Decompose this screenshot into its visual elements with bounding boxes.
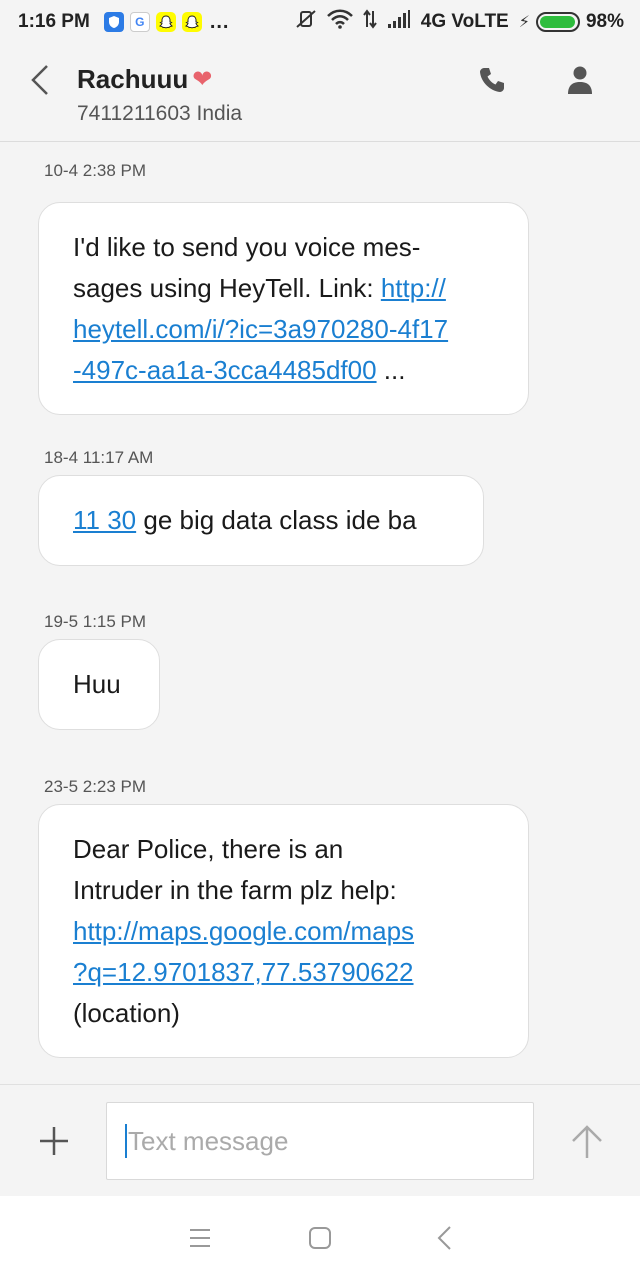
- back-nav-button[interactable]: [426, 1220, 462, 1256]
- battery-indicator: ⚡ 98%: [519, 11, 624, 33]
- message-text: sages using HeyTell. Link:: [73, 273, 381, 303]
- snapchat-icon: [155, 12, 176, 32]
- message-thread[interactable]: 10-4 2:38 PM I'd like to send you voice …: [0, 143, 640, 1083]
- status-bar: 1:16 PM G ... 4G VoLTE ⚡ 98%: [0, 0, 640, 44]
- back-arrow-icon: [437, 1226, 451, 1250]
- attach-button[interactable]: [34, 1121, 74, 1161]
- menu-button[interactable]: [182, 1220, 218, 1256]
- text-cursor: [125, 1124, 127, 1158]
- arrow-up-icon: [572, 1125, 602, 1158]
- contact-name-row[interactable]: Rachuuu ❤: [77, 64, 212, 95]
- message-input-placeholder: Text message: [128, 1125, 289, 1156]
- message-link[interactable]: heytell.com/i/?ic=3a970280-4f17: [73, 314, 448, 344]
- message-line: 11 30 ge big data class ide ba: [73, 500, 449, 541]
- message-timestamp: 18-4 11:17 AM: [44, 448, 154, 467]
- home-button[interactable]: [302, 1220, 338, 1256]
- contact-number: 7411211603 India: [77, 102, 243, 125]
- message-line: http://maps.google.com/maps: [73, 911, 494, 952]
- message-text: ge big data class ide ba: [136, 505, 417, 535]
- message-link[interactable]: -497c-aa1a-3cca4485df00: [73, 355, 377, 385]
- message-line: sages using HeyTell. Link: http://: [73, 268, 494, 309]
- compose-bar: Text message: [0, 1084, 640, 1196]
- charging-icon: ⚡: [518, 14, 530, 31]
- message-link[interactable]: 11 30: [73, 505, 136, 535]
- message-bubble[interactable]: Dear Police, there is an Intruder in the …: [38, 804, 529, 1058]
- call-button[interactable]: [474, 62, 510, 98]
- message-timestamp: 23-5 2:23 PM: [44, 777, 147, 796]
- back-button[interactable]: [22, 62, 58, 98]
- send-button[interactable]: [566, 1121, 608, 1163]
- message-link[interactable]: ?q=12.9701837,77.53790622: [73, 957, 414, 987]
- chevron-left-icon: [31, 65, 48, 95]
- message-line: ?q=12.9701837,77.53790622: [73, 952, 494, 993]
- message-text: I'd like to send you voice mes-: [73, 232, 421, 262]
- message-line: Intruder in the farm plz help:: [73, 870, 494, 911]
- message-line: (location): [73, 993, 494, 1034]
- message-text: Huu: [73, 669, 121, 699]
- vibrate-off-icon: [295, 9, 317, 35]
- contact-name: Rachuuu: [77, 64, 189, 94]
- heart-emoji: ❤: [192, 66, 213, 93]
- signal-icon: [387, 9, 411, 35]
- message-bubble[interactable]: 11 30 ge big data class ide ba: [38, 475, 484, 566]
- message-text: (location): [73, 998, 180, 1028]
- message-bubble[interactable]: Huu: [38, 639, 160, 730]
- person-icon: [568, 66, 592, 94]
- more-notifications: ...: [209, 10, 230, 33]
- message-link[interactable]: http://: [381, 273, 446, 303]
- message-line: I'd like to send you voice mes-: [73, 227, 494, 268]
- contact-profile-button[interactable]: [562, 62, 598, 98]
- phone-icon: [480, 68, 504, 92]
- message-timestamp: 19-5 1:15 PM: [44, 612, 147, 631]
- message-link[interactable]: http://maps.google.com/maps: [73, 916, 414, 946]
- shield-icon: [103, 12, 124, 32]
- message-text: ...: [376, 355, 406, 385]
- message-text: Dear Police, there is an: [73, 834, 344, 864]
- message-timestamp: 10-4 2:38 PM: [44, 161, 147, 180]
- navigation-bar: [0, 1196, 640, 1280]
- battery-icon: [535, 12, 580, 32]
- message-line: Huu: [73, 664, 125, 705]
- home-square-icon: [309, 1227, 331, 1249]
- message-input[interactable]: Text message: [106, 1102, 534, 1180]
- message-line: -497c-aa1a-3cca4485df00 ...: [73, 350, 494, 391]
- conversation-header: Rachuuu ❤ 7411211603 India: [0, 44, 640, 142]
- google-icon: G: [129, 12, 150, 32]
- status-time: 1:16 PM: [18, 11, 90, 32]
- plus-icon: [40, 1127, 68, 1155]
- battery-percent: 98%: [585, 11, 624, 32]
- snapchat-icon: [181, 12, 202, 32]
- message-line: Dear Police, there is an: [73, 829, 494, 870]
- data-transfer-icon: [362, 9, 377, 35]
- message-line: heytell.com/i/?ic=3a970280-4f17: [73, 309, 494, 350]
- network-type: 4G VoLTE: [420, 11, 509, 32]
- message-bubble[interactable]: I'd like to send you voice mes-sages usi…: [38, 202, 529, 415]
- menu-icon: [190, 1229, 210, 1247]
- wifi-icon: [326, 9, 353, 35]
- message-text: Intruder in the farm plz help:: [73, 875, 397, 905]
